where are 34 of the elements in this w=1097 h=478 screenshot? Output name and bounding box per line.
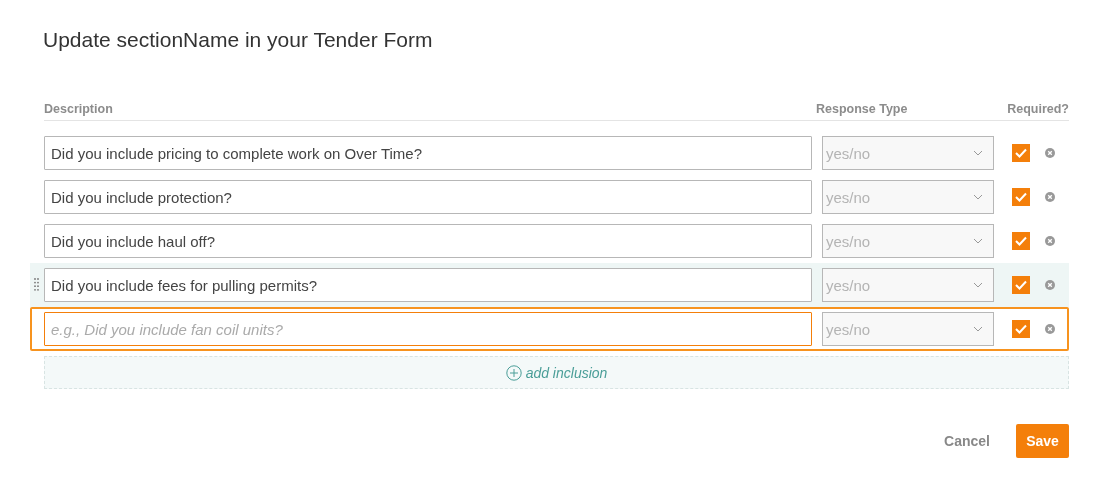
- required-checkbox[interactable]: [1012, 232, 1030, 250]
- remove-icon[interactable]: [1045, 324, 1055, 334]
- chevron-down-icon: [973, 238, 983, 244]
- required-checkbox[interactable]: [1012, 144, 1030, 162]
- chevron-down-icon: [973, 282, 983, 288]
- chevron-down-icon: [973, 150, 983, 156]
- description-field[interactable]: Did you include pricing to complete work on Over Time?: [44, 136, 812, 170]
- chevron-down-icon: [973, 194, 983, 200]
- remove-icon[interactable]: [1045, 280, 1055, 290]
- remove-icon[interactable]: [1045, 148, 1055, 158]
- description-field[interactable]: Did you include haul off?: [44, 224, 812, 258]
- description-field[interactable]: Did you include protection?: [44, 180, 812, 214]
- chevron-down-icon: [973, 326, 983, 332]
- column-header: Response Type: [816, 102, 909, 116]
- remove-icon[interactable]: [1045, 192, 1055, 202]
- response-type-select[interactable]: yes/no: [822, 224, 994, 258]
- column-header: Required?: [1006, 102, 1069, 116]
- plus-circle-icon: [505, 364, 522, 381]
- save-button[interactable]: Save: [1016, 424, 1069, 458]
- cancel-button[interactable]: Cancel: [938, 432, 996, 450]
- response-type-select[interactable]: yes/no: [822, 268, 994, 302]
- required-checkbox[interactable]: [1012, 276, 1030, 294]
- description-field[interactable]: e.g., Did you include fan coil units?: [44, 312, 812, 346]
- response-type-select[interactable]: yes/no: [822, 180, 994, 214]
- drag-handle-icon[interactable]: [34, 278, 39, 291]
- remove-icon[interactable]: [1045, 236, 1055, 246]
- description-field[interactable]: Did you include fees for pulling permits?: [44, 268, 812, 302]
- column-header: Description: [44, 102, 114, 116]
- required-checkbox[interactable]: [1012, 320, 1030, 338]
- add-inclusion-button[interactable]: add inclusion: [44, 356, 1069, 389]
- dialog-title: Update sectionName in your Tender Form: [43, 28, 434, 52]
- response-type-select[interactable]: yes/no: [822, 136, 994, 170]
- required-checkbox[interactable]: [1012, 188, 1030, 206]
- response-type-select[interactable]: yes/no: [822, 312, 994, 346]
